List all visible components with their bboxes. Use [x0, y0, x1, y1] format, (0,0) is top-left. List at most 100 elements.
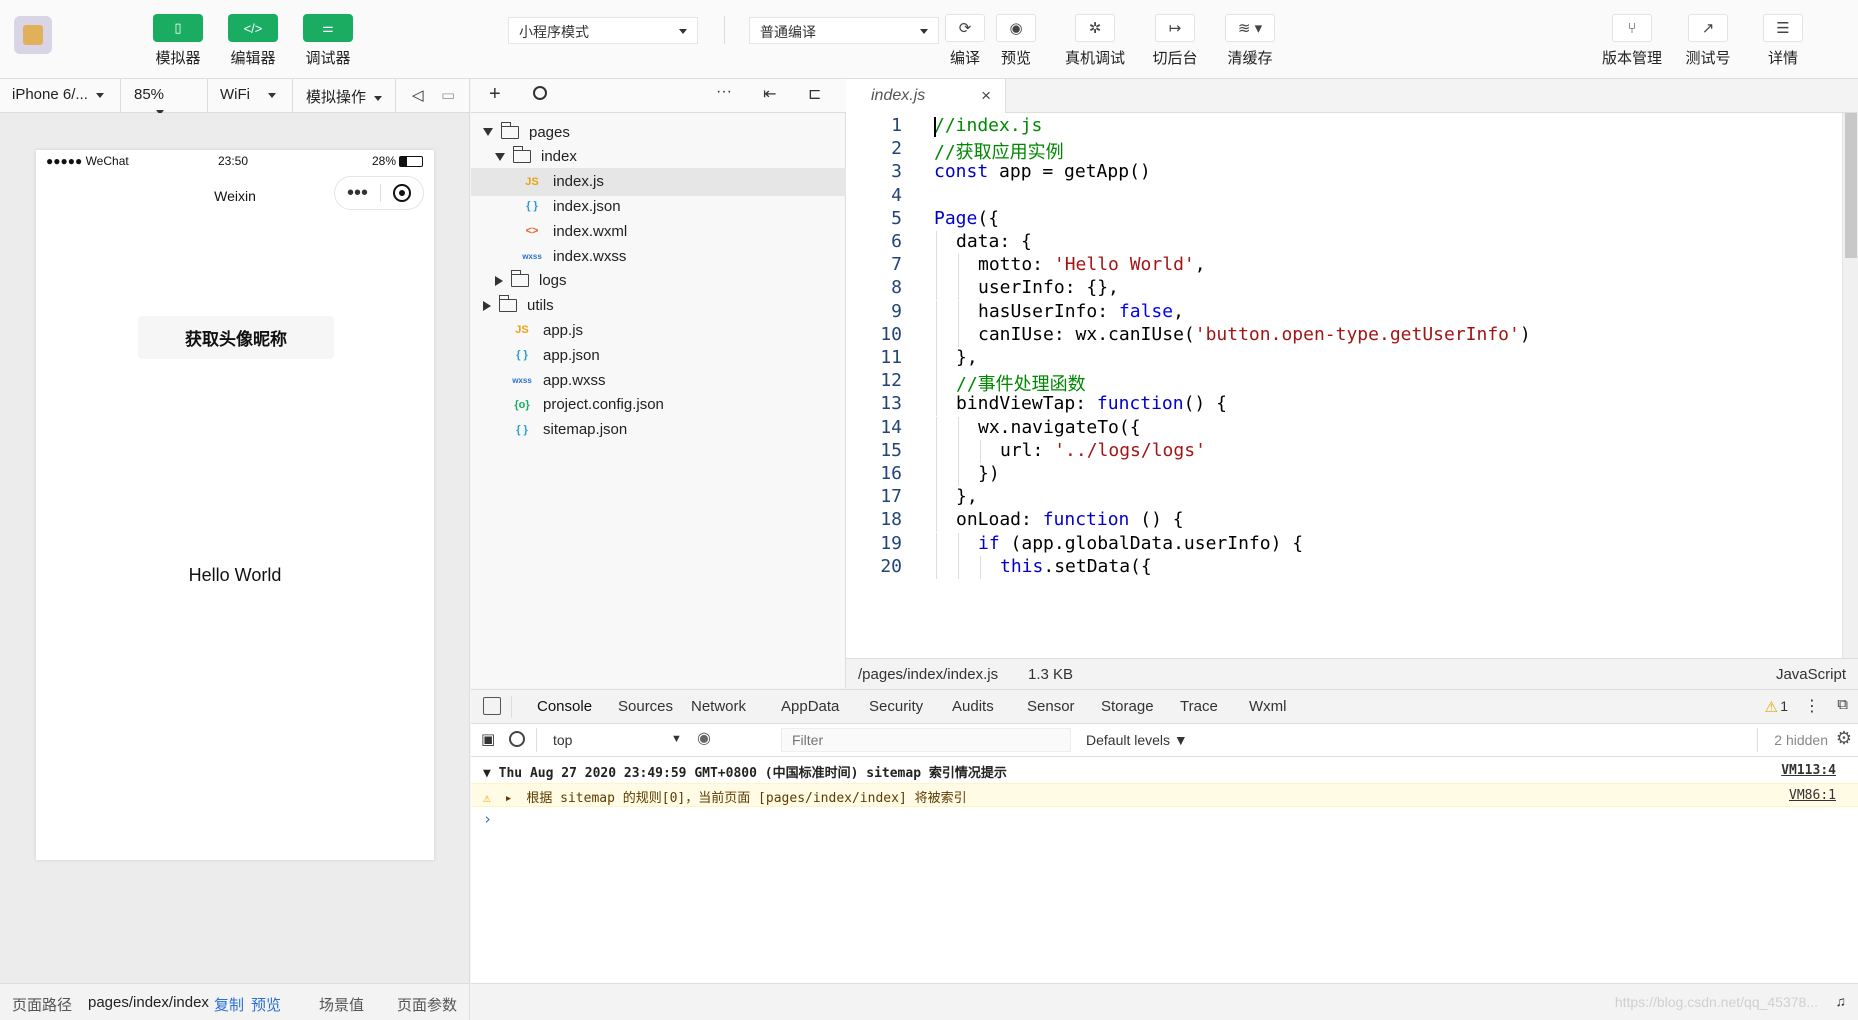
preview-button[interactable]: ◉ 预览	[985, 14, 1047, 68]
tab-security[interactable]: Security	[869, 698, 923, 715]
tree-item-label: logs	[539, 272, 567, 290]
collapse-icon[interactable]: ⇤	[763, 84, 776, 104]
editor-scrollbar[interactable]	[1842, 113, 1858, 658]
code-line: Page({	[934, 207, 1000, 229]
more-icon[interactable]: •••	[347, 183, 368, 203]
line-number: 15	[880, 439, 902, 461]
folder-icon	[510, 270, 529, 288]
tree-item-label: app.json	[543, 346, 600, 364]
language-mode[interactable]: JavaScript	[1776, 666, 1846, 683]
more-icon[interactable]: ···	[716, 83, 732, 101]
bottom-bar: https://blog.csdn.net/qq_45378... ♫	[471, 983, 1858, 1020]
log-warning[interactable]: ⚠ ▸ 根据 sitemap 的规则[0]，当前页面 [pages/index/…	[471, 783, 1858, 807]
caret-right-icon[interactable]	[495, 275, 503, 286]
get-userinfo-button[interactable]: 获取头像昵称	[138, 316, 334, 359]
tree-item-label: index.wxml	[553, 222, 628, 240]
tab-trace[interactable]: Trace	[1180, 698, 1218, 715]
remote-debug-button[interactable]: ✲ 真机调试	[1065, 14, 1125, 68]
compile-mode-select[interactable]: 普通编译	[749, 17, 939, 44]
preview-link[interactable]: 预览	[251, 994, 281, 1015]
project-avatar[interactable]	[14, 16, 52, 54]
source-link[interactable]: VM113:4	[1781, 763, 1836, 778]
file-path: /pages/index/index.js	[858, 666, 999, 683]
tree-item-index[interactable]: index	[471, 143, 846, 171]
caret-down-icon[interactable]	[495, 152, 505, 161]
tab-index-js[interactable]: index.js ×	[846, 79, 1006, 113]
close-icon[interactable]: ×	[981, 86, 991, 106]
share-icon: ↗	[1688, 14, 1728, 42]
search-icon[interactable]	[533, 86, 547, 100]
clear-icon[interactable]	[509, 731, 525, 747]
filter-input[interactable]	[781, 728, 1071, 752]
close-icon[interactable]	[392, 184, 411, 202]
indent-guide	[936, 347, 937, 370]
tree-item-utils[interactable]: utils	[471, 292, 846, 320]
log-group[interactable]: ▼ Thu Aug 27 2020 23:49:59 GMT+0800 (中国标…	[471, 759, 1858, 783]
expand-icon[interactable]: ▸	[505, 791, 513, 806]
tree-item-app-json[interactable]: { } app.json	[471, 341, 846, 369]
kebab-icon[interactable]: ⋮	[1804, 696, 1820, 716]
tab-appdata[interactable]: AppData	[781, 698, 839, 715]
code-line: //获取应用实例	[934, 142, 1064, 164]
operation-select[interactable]: 模拟操作	[306, 86, 383, 107]
mini-program-icon	[23, 25, 43, 45]
background-button[interactable]: ↦ 切后台	[1144, 14, 1206, 68]
tab-wxml[interactable]: Wxml	[1249, 698, 1287, 715]
tab-sources[interactable]: Sources	[618, 698, 673, 715]
tree-item-app-wxss[interactable]: wxss app.wxss	[471, 366, 846, 394]
sidebar-icon[interactable]: ▣	[481, 730, 495, 748]
copy-link[interactable]: 复制	[214, 994, 244, 1015]
clear-cache-button[interactable]: ≋ ▾ 清缓存	[1219, 14, 1281, 68]
caret-down-icon[interactable]	[483, 128, 493, 136]
capsule-menu[interactable]: •••	[334, 176, 424, 210]
tree-item-sitemap-json[interactable]: { } sitemap.json	[471, 416, 846, 444]
network-select[interactable]: WiFi	[220, 86, 276, 103]
caret-right-icon[interactable]	[483, 300, 491, 311]
test-account-button[interactable]: ↗ 测试号	[1677, 14, 1739, 68]
tree-item-index-wxml[interactable]: <> index.wxml	[471, 217, 846, 245]
tab-storage[interactable]: Storage	[1101, 698, 1154, 715]
levels-select[interactable]: Default levels ▼	[1086, 732, 1188, 748]
simulator-button[interactable]: ▯ 模拟器	[143, 14, 213, 68]
mute-icon[interactable]: ◁	[412, 86, 424, 104]
context-select[interactable]: top	[553, 732, 572, 748]
chevron-down-icon[interactable]: ▼	[671, 733, 682, 745]
js-file-icon: JS	[525, 175, 539, 188]
params-button[interactable]: 页面参数	[397, 994, 457, 1015]
tree-item-logs[interactable]: logs	[471, 267, 846, 295]
tab-network[interactable]: Network	[691, 698, 746, 715]
editor-button[interactable]: </> 编辑器	[218, 14, 288, 68]
console-prompt[interactable]: ›	[471, 807, 1858, 831]
add-icon[interactable]: +	[489, 83, 501, 106]
tree-item-index-wxss[interactable]: wxss index.wxss	[471, 242, 846, 270]
sidebar-toggle-icon[interactable]: ⊏	[808, 84, 821, 104]
device-select[interactable]: iPhone 6/...	[12, 86, 104, 103]
tree-item-index-json[interactable]: { } index.json	[471, 192, 846, 220]
tree-item-pages[interactable]: pages	[471, 118, 846, 146]
eye-icon[interactable]: ◉	[697, 728, 711, 748]
tree-item-project-config-json[interactable]: {o} project.config.json	[471, 391, 846, 419]
bell-icon[interactable]: ♫	[1836, 993, 1847, 1009]
source-link[interactable]: VM86:1	[1789, 788, 1836, 803]
tree-item-index-js[interactable]: JS index.js	[471, 167, 846, 196]
code-editor[interactable]: 1 //index.js 2 //获取应用实例 3 const app = getApp(…	[846, 113, 1858, 658]
scene-button[interactable]: 场景值	[319, 994, 364, 1015]
scrollbar-thumb[interactable]	[1845, 113, 1857, 258]
config-file-icon: {o}	[514, 398, 530, 411]
tab-audits[interactable]: Audits	[952, 698, 994, 715]
window-icon[interactable]: ▭	[441, 86, 455, 104]
inspect-icon[interactable]	[483, 697, 501, 715]
motto-text: Hello World	[188, 565, 282, 585]
warning-icon[interactable]: ⚠	[1765, 698, 1778, 716]
tab-sensor[interactable]: Sensor	[1027, 698, 1075, 715]
code-line: //index.js	[934, 115, 1043, 136]
tab-console[interactable]: Console	[524, 698, 605, 726]
version-button[interactable]: ⑂ 版本管理	[1597, 14, 1667, 68]
mode-select[interactable]: 小程序模式	[508, 17, 698, 44]
tree-item-app-js[interactable]: JS app.js	[471, 316, 846, 344]
editor-tabs: index.js ×	[846, 79, 1858, 113]
debugger-button[interactable]: ⚌ 调试器	[293, 14, 363, 68]
undock-icon[interactable]: ⧉	[1837, 696, 1848, 713]
details-button[interactable]: ☰ 详情	[1752, 14, 1814, 68]
gear-icon[interactable]: ⚙	[1836, 728, 1852, 749]
